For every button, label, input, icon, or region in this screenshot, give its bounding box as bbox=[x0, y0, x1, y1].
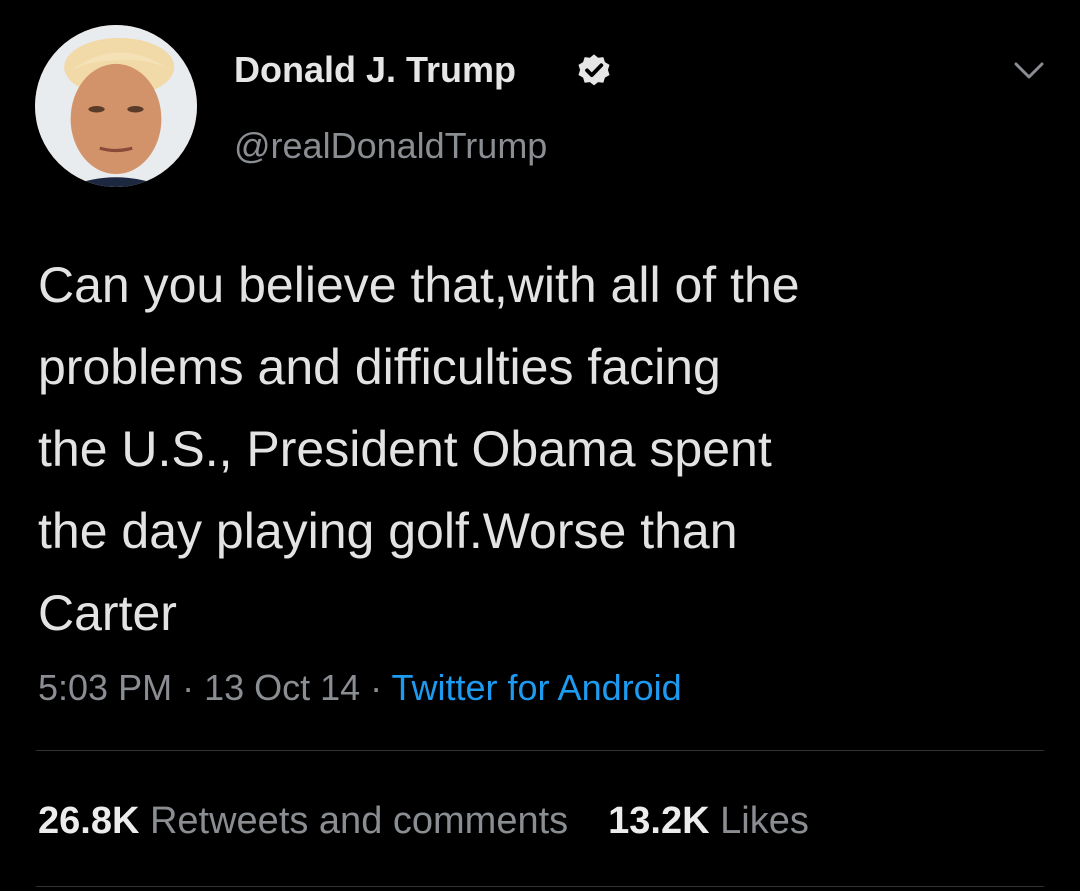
meta-separator: · bbox=[360, 667, 392, 708]
meta-separator: · bbox=[172, 667, 205, 708]
user-handle[interactable]: @realDonaldTrump bbox=[234, 124, 547, 168]
tweet-meta: 5:03 PM · 13 Oct 14 · Twitter for Androi… bbox=[38, 666, 682, 710]
verified-badge-icon bbox=[578, 54, 610, 86]
tweet-time[interactable]: 5:03 PM bbox=[38, 667, 172, 708]
tweet-text: Can you believe that,with all of the pro… bbox=[38, 257, 800, 641]
engagement-stats: 26.8K Retweets and comments 13.2K Likes bbox=[38, 798, 809, 844]
avatar-portrait-icon bbox=[35, 25, 197, 187]
divider bbox=[36, 886, 1044, 887]
tweet-source-link[interactable]: Twitter for Android bbox=[392, 667, 682, 708]
likes-count: 13.2K bbox=[608, 800, 710, 842]
tweet-date[interactable]: 13 Oct 14 bbox=[204, 667, 360, 708]
chevron-down-icon[interactable] bbox=[1010, 58, 1048, 84]
divider bbox=[36, 750, 1044, 751]
retweets-count: 26.8K bbox=[38, 800, 140, 842]
avatar[interactable] bbox=[35, 25, 197, 187]
likes-stat[interactable]: 13.2K Likes bbox=[608, 800, 809, 842]
retweets-label: Retweets and comments bbox=[149, 800, 569, 842]
retweets-stat[interactable]: 26.8K Retweets and comments bbox=[38, 800, 568, 842]
tweet-card: Donald J. Trump @realDonaldTrump Can you… bbox=[0, 0, 1080, 891]
likes-label: Likes bbox=[720, 800, 809, 842]
display-name[interactable]: Donald J. Trump bbox=[234, 48, 516, 92]
